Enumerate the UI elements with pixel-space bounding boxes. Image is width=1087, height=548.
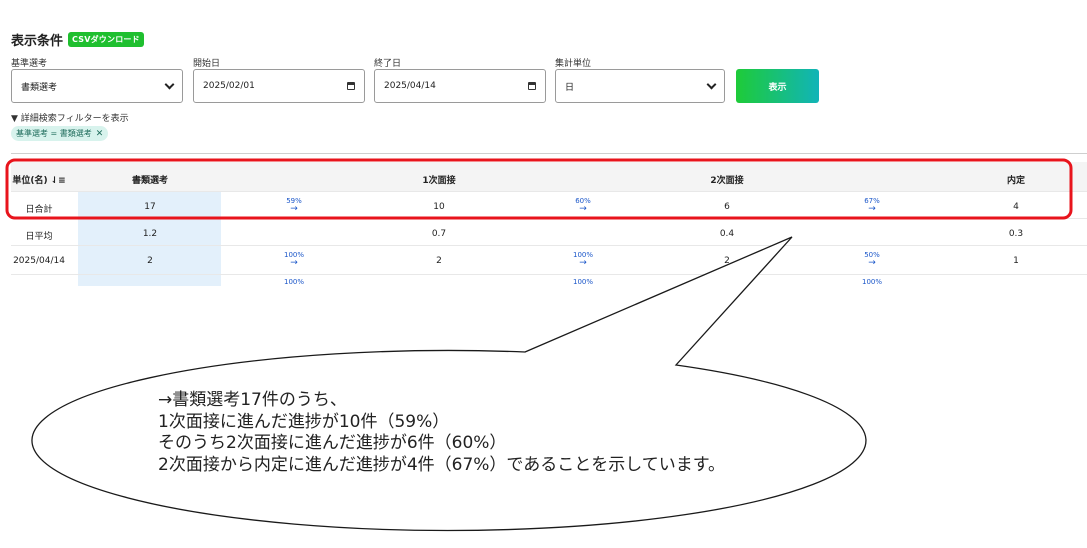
speech-bubble	[31, 236, 867, 532]
callout-line: →書類選考17件のうち、	[158, 390, 347, 410]
highlight-rectangle	[5, 158, 1073, 220]
callout-line: 2次面接から内定に進んだ進捗が4件（67%）であることを示しています。	[158, 454, 726, 475]
callout-line: 1次面接に進んだ進捗が10件（59%）	[158, 411, 450, 432]
callout-line: そのうち2次面接に進んだ進捗が6件（60%）	[158, 433, 507, 453]
callout-text: →書類選考17件のうち、 1次面接に進んだ進捗が10件（59%） そのうち2次面…	[158, 390, 725, 476]
